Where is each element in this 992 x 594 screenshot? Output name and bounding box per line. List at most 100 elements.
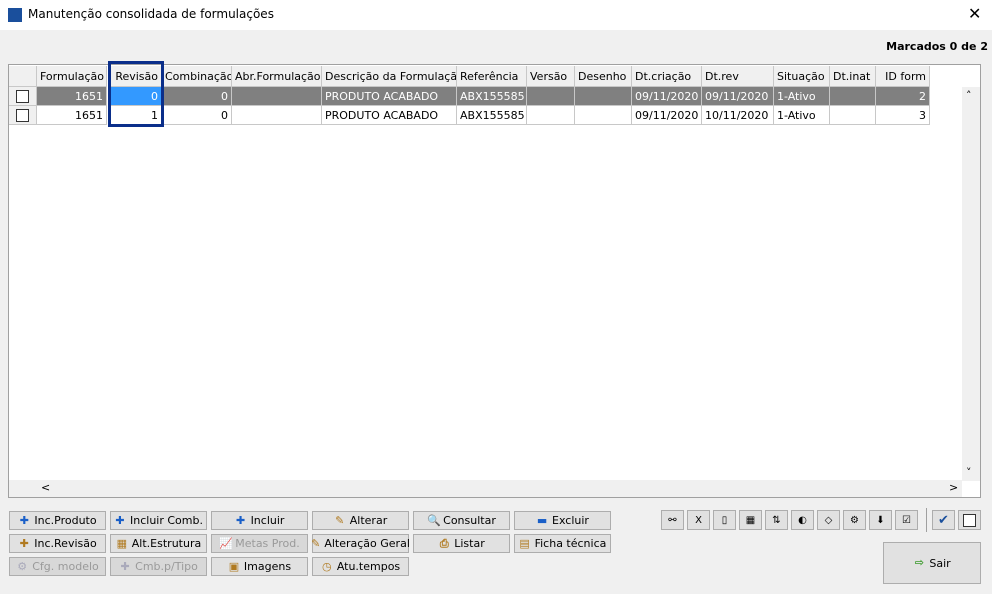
column-header[interactable]: Dt.rev <box>702 66 774 87</box>
sort-button[interactable]: ⇅ <box>765 510 788 530</box>
table-cell[interactable]: 10/11/2020 <box>702 106 774 125</box>
row-checkbox[interactable] <box>16 109 29 122</box>
table-cell[interactable]: PRODUTO ACABADO <box>322 87 457 106</box>
table-cell[interactable]: 1651 <box>37 106 107 125</box>
ficha-t-cnica-button[interactable]: ▤ Ficha técnica <box>514 534 611 553</box>
download-button[interactable]: ⬇ <box>869 510 892 530</box>
alterar-button[interactable]: ✎ Alterar <box>312 511 409 530</box>
column-header[interactable]: ID form <box>876 66 930 87</box>
row-checkbox-cell[interactable] <box>9 106 37 125</box>
table-cell[interactable] <box>830 106 876 125</box>
table-cell[interactable]: 09/11/2020 <box>702 87 774 106</box>
alt-estrutura-button[interactable]: ▦ Alt.Estrutura <box>110 534 207 553</box>
table-cell[interactable]: 0 <box>162 106 232 125</box>
table-cell[interactable]: 09/11/2020 <box>632 87 702 106</box>
table-cell[interactable]: 3 <box>876 106 930 125</box>
binoculars-button[interactable]: ⚯ <box>661 510 684 530</box>
horizontal-scrollbar[interactable]: < > <box>9 480 962 497</box>
column-header[interactable]: Abr.Formulação <box>232 66 322 87</box>
exit-button[interactable]: ⇨ Sair <box>883 542 981 584</box>
table-cell[interactable] <box>527 106 575 125</box>
checklist-button[interactable]: ☑ <box>895 510 918 530</box>
consultar-button[interactable]: 🔍 Consultar <box>413 511 510 530</box>
metas-prod--button[interactable]: 📈 Metas Prod. <box>211 534 308 553</box>
table-cell[interactable]: PRODUTO ACABADO <box>322 106 457 125</box>
uncheck-all-button[interactable] <box>958 510 981 530</box>
app-icon <box>8 8 22 22</box>
table-cell[interactable] <box>575 106 632 125</box>
button-label: Listar <box>454 537 485 550</box>
table-cell[interactable] <box>232 106 322 125</box>
button-label: Inc.Produto <box>34 514 97 527</box>
add-folder-icon: ✚ <box>19 536 29 550</box>
exit-door-icon: ⇨ <box>914 556 924 569</box>
close-icon[interactable]: ✕ <box>968 4 981 23</box>
toolbar-separator <box>926 508 927 532</box>
button-label: Imagens <box>243 560 292 573</box>
plus-icon: ✚ <box>120 559 130 573</box>
gear-icon: ⚙ <box>850 514 859 526</box>
column-header[interactable]: Dt.criação <box>632 66 702 87</box>
chart-icon: 📈 <box>219 536 233 550</box>
gear-button[interactable]: ⚙ <box>843 510 866 530</box>
formulations-grid[interactable]: Formulação Revisão Combinação Abr.Formulaçã… <box>8 61 981 498</box>
button-label: Ficha técnica <box>534 537 607 550</box>
cmb-p-tipo-button[interactable]: ✚ Cmb.p/Tipo <box>110 557 207 576</box>
column-header[interactable]: Versão <box>527 66 575 87</box>
atu-tempos-button[interactable]: ◷ Atu.tempos <box>312 557 409 576</box>
button-label: Incluir <box>250 514 285 527</box>
eraser-icon: ◇ <box>824 514 833 526</box>
image-icon: ▣ <box>228 559 240 573</box>
table-cell[interactable] <box>830 87 876 106</box>
excel-button[interactable]: X <box>687 510 710 530</box>
excluir-button[interactable]: ▬ Excluir <box>514 511 611 530</box>
gear-icon: ⚙ <box>17 559 28 573</box>
document-button[interactable]: ▯ <box>713 510 736 530</box>
table-cell[interactable]: 1651 <box>37 87 107 106</box>
table-cell[interactable]: 09/11/2020 <box>632 106 702 125</box>
plus-icon: ✚ <box>115 513 125 527</box>
eraser-button[interactable]: ◇ <box>817 510 840 530</box>
search-doc-icon: 🔍 <box>427 513 441 527</box>
row-checkbox[interactable] <box>16 90 29 103</box>
scroll-up-icon[interactable]: ˄ <box>966 89 972 102</box>
column-header[interactable]: Combinação <box>162 66 232 87</box>
column-header[interactable] <box>9 66 37 87</box>
button-label: Metas Prod. <box>235 537 300 550</box>
revisao-column-highlight <box>108 61 164 127</box>
table-cell[interactable]: 0 <box>162 87 232 106</box>
table-cell[interactable]: 1-Ativo <box>774 87 830 106</box>
column-header[interactable]: Situação <box>774 66 830 87</box>
document-icon: ▤ <box>519 536 530 550</box>
table-cell[interactable]: 2 <box>876 87 930 106</box>
table-cell[interactable]: ABX155585 <box>457 106 527 125</box>
button-label: Alteração Geral <box>324 537 410 550</box>
row-checkbox-cell[interactable] <box>9 87 37 106</box>
report-button[interactable]: ▦ <box>739 510 762 530</box>
scroll-left-icon[interactable]: < <box>41 481 50 494</box>
plus-icon: ✚ <box>19 513 29 527</box>
table-cell[interactable]: 1-Ativo <box>774 106 830 125</box>
inc-produto-button[interactable]: ✚ Inc.Produto <box>9 511 106 530</box>
table-cell[interactable] <box>575 87 632 106</box>
incluir-button[interactable]: ✚ Incluir <box>211 511 308 530</box>
table-cell[interactable] <box>232 87 322 106</box>
listar-button[interactable]: ⎙ Listar <box>413 534 510 553</box>
inc-revis-o-button[interactable]: ✚ Inc.Revisão <box>9 534 106 553</box>
scroll-right-icon[interactable]: > <box>949 481 958 494</box>
altera-o-geral-button[interactable]: ✎ Alteração Geral <box>311 534 410 553</box>
incluir-comb--button[interactable]: ✚ Incluir Comb. <box>110 511 207 530</box>
imagens-button[interactable]: ▣ Imagens <box>211 557 308 576</box>
vertical-scrollbar[interactable]: ˄ ˅ <box>962 87 980 481</box>
cfg-modelo-button[interactable]: ⚙ Cfg. modelo <box>9 557 106 576</box>
check-all-button[interactable]: ✔ <box>932 510 955 530</box>
palette-button[interactable]: ◐ <box>791 510 814 530</box>
column-header[interactable]: Referência <box>457 66 527 87</box>
column-header[interactable]: Formulação <box>37 66 107 87</box>
table-cell[interactable]: ABX155585 <box>457 87 527 106</box>
column-header[interactable]: Dt.inat <box>830 66 876 87</box>
table-cell[interactable] <box>527 87 575 106</box>
column-header[interactable]: Descrição da Formulação <box>322 66 457 87</box>
column-header[interactable]: Desenho <box>575 66 632 87</box>
scroll-down-icon[interactable]: ˅ <box>966 466 972 479</box>
